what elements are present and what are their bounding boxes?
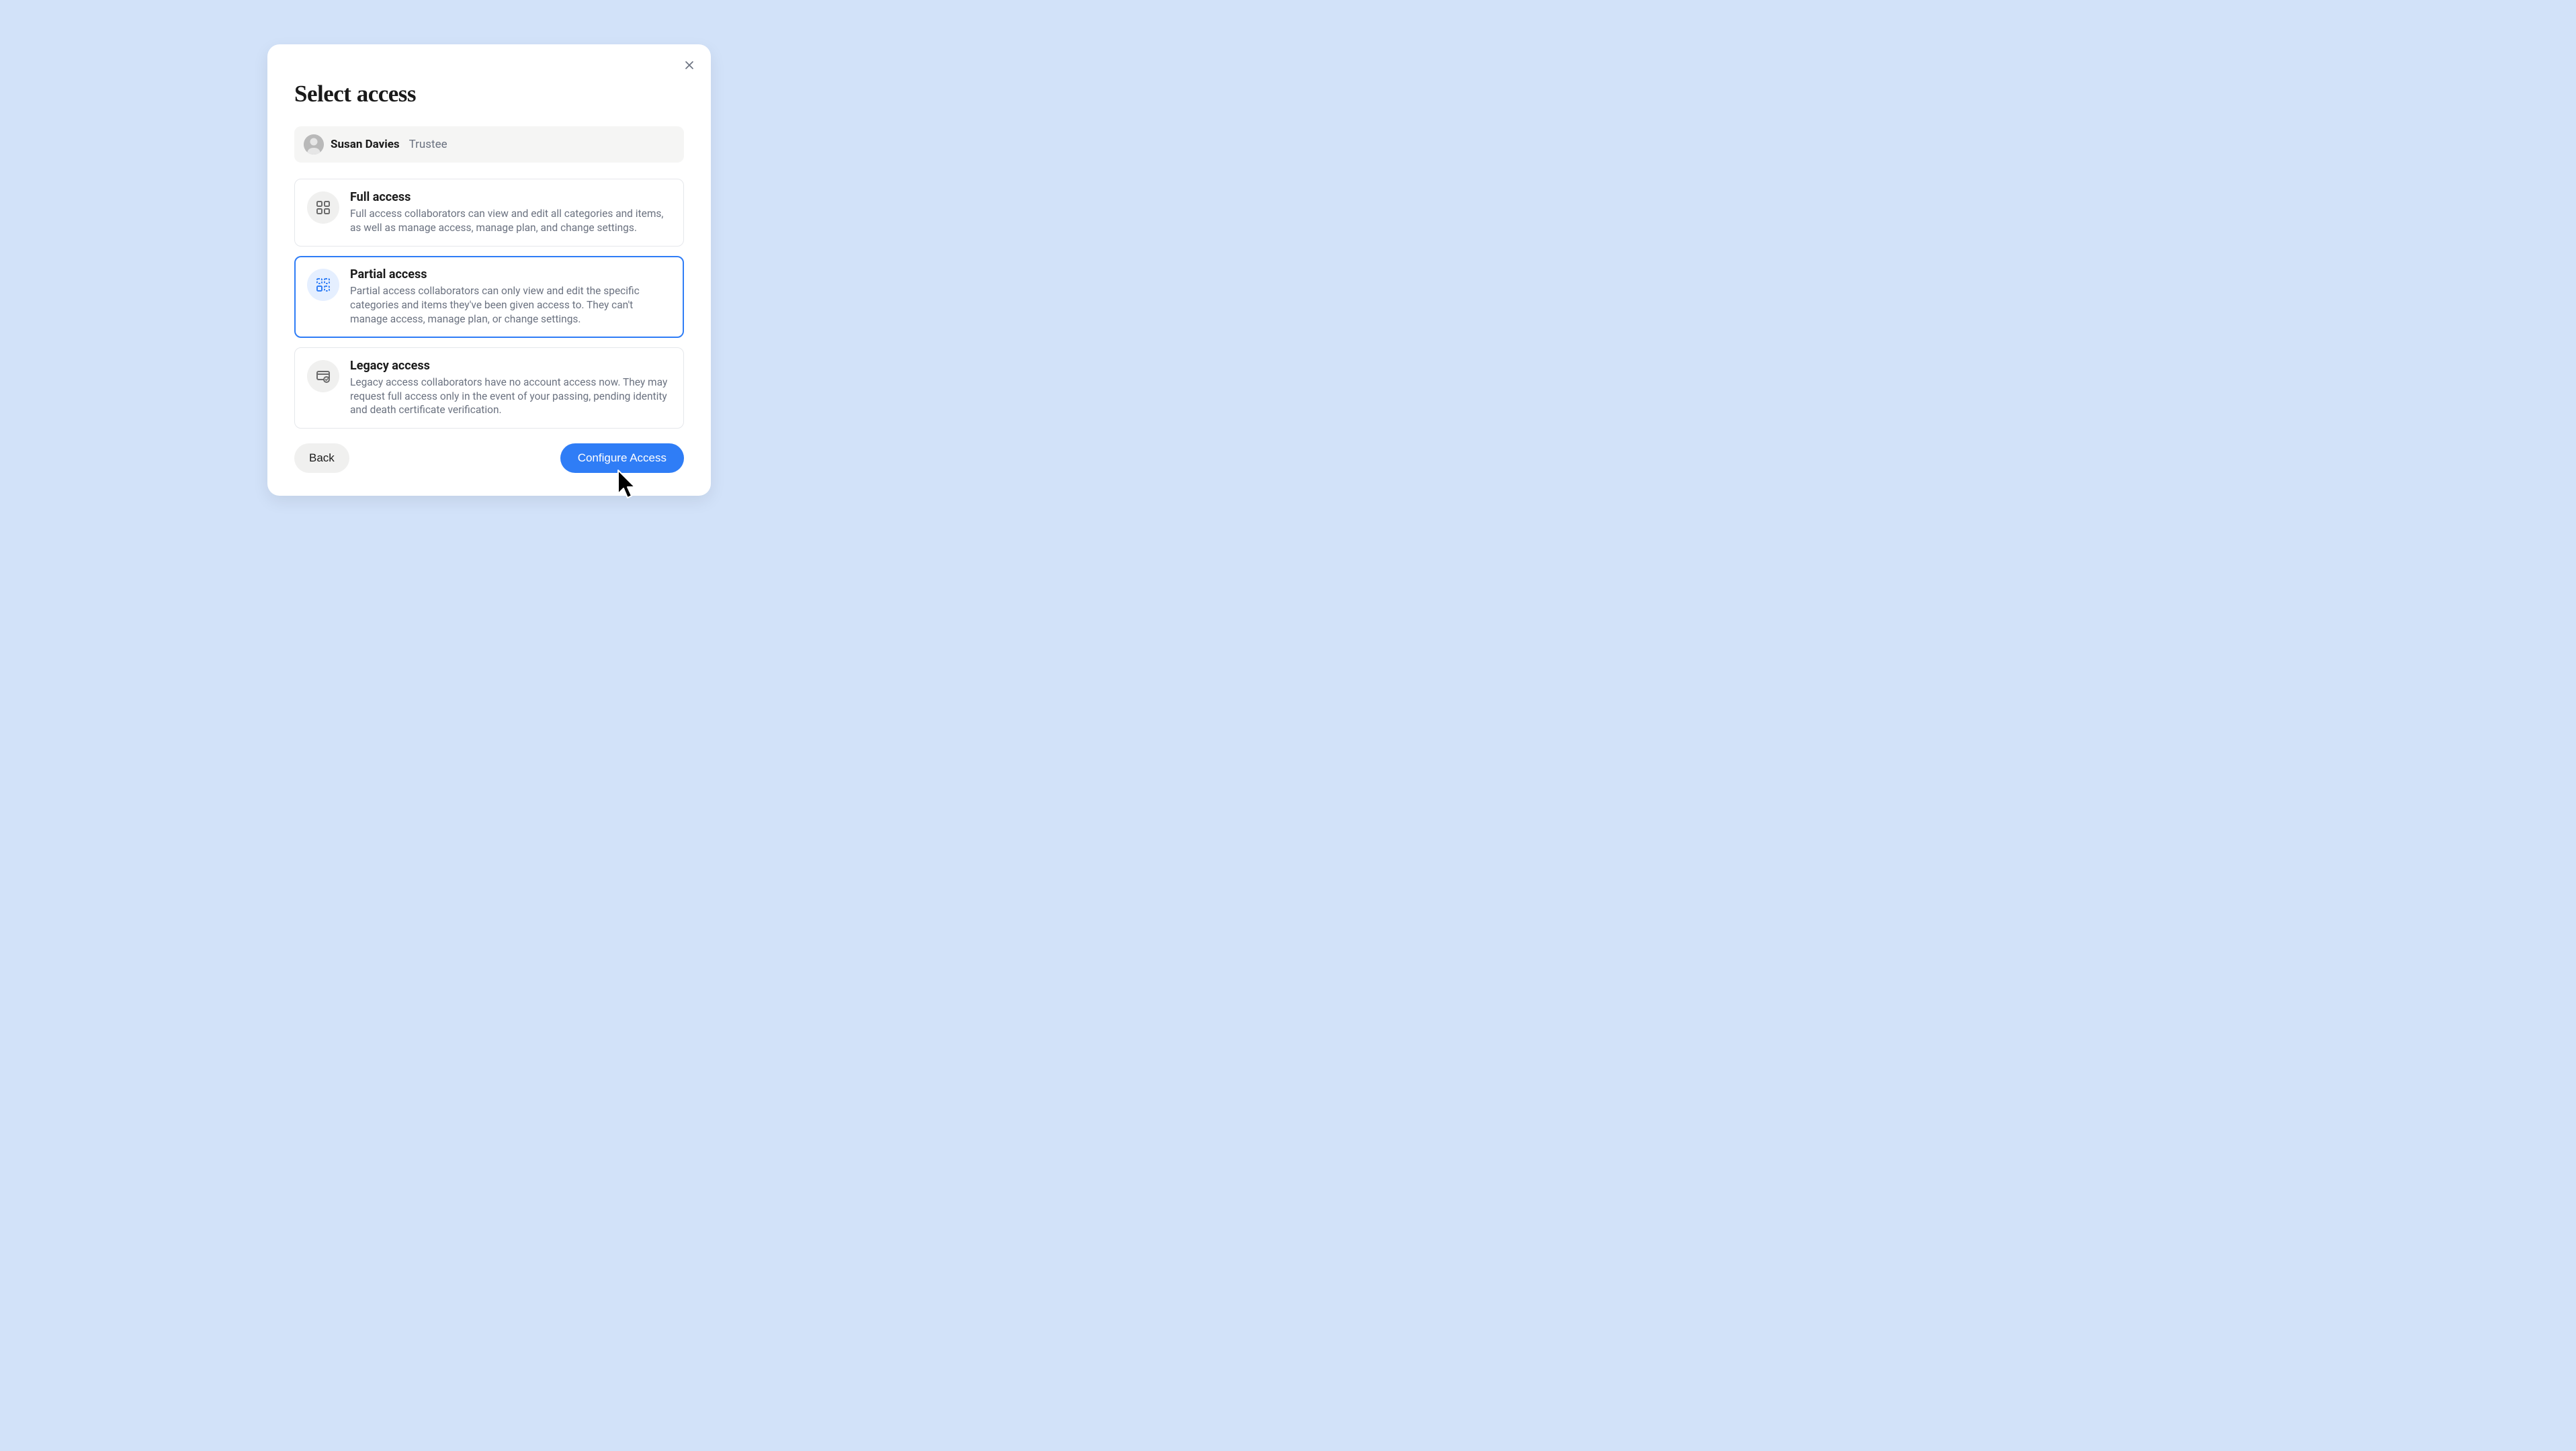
user-name: Susan Davies: [331, 138, 400, 151]
modal-content: Susan Davies Trustee Full access Full ac…: [267, 126, 711, 496]
option-partial-access[interactable]: Partial access Partial access collaborat…: [294, 256, 684, 338]
option-legacy-access[interactable]: Legacy access Legacy access collaborator…: [294, 347, 684, 429]
option-title: Legacy access: [350, 359, 671, 373]
close-button[interactable]: [679, 55, 700, 77]
close-icon: [683, 58, 696, 74]
configure-access-button[interactable]: Configure Access: [560, 443, 684, 473]
user-role: Trustee: [409, 138, 447, 151]
option-description: Full access collaborators can view and e…: [350, 207, 671, 235]
option-body: Partial access Partial access collaborat…: [350, 267, 671, 326]
select-access-modal: Select access Susan Davies Trustee: [267, 44, 711, 496]
avatar: [304, 134, 324, 155]
option-body: Legacy access Legacy access collaborator…: [350, 359, 671, 418]
option-description: Partial access collaborators can only vi…: [350, 284, 671, 326]
modal-title: Select access: [267, 44, 711, 126]
back-button[interactable]: Back: [294, 443, 349, 473]
partial-grid-icon: [307, 269, 339, 301]
grid-icon: [307, 191, 339, 224]
option-description: Legacy access collaborators have no acco…: [350, 376, 671, 418]
option-full-access[interactable]: Full access Full access collaborators ca…: [294, 179, 684, 247]
option-title: Full access: [350, 190, 671, 204]
legacy-card-icon: [307, 360, 339, 392]
modal-footer: Back Configure Access: [294, 443, 684, 473]
user-chip: Susan Davies Trustee: [294, 126, 684, 163]
option-body: Full access Full access collaborators ca…: [350, 190, 671, 235]
option-title: Partial access: [350, 267, 671, 281]
